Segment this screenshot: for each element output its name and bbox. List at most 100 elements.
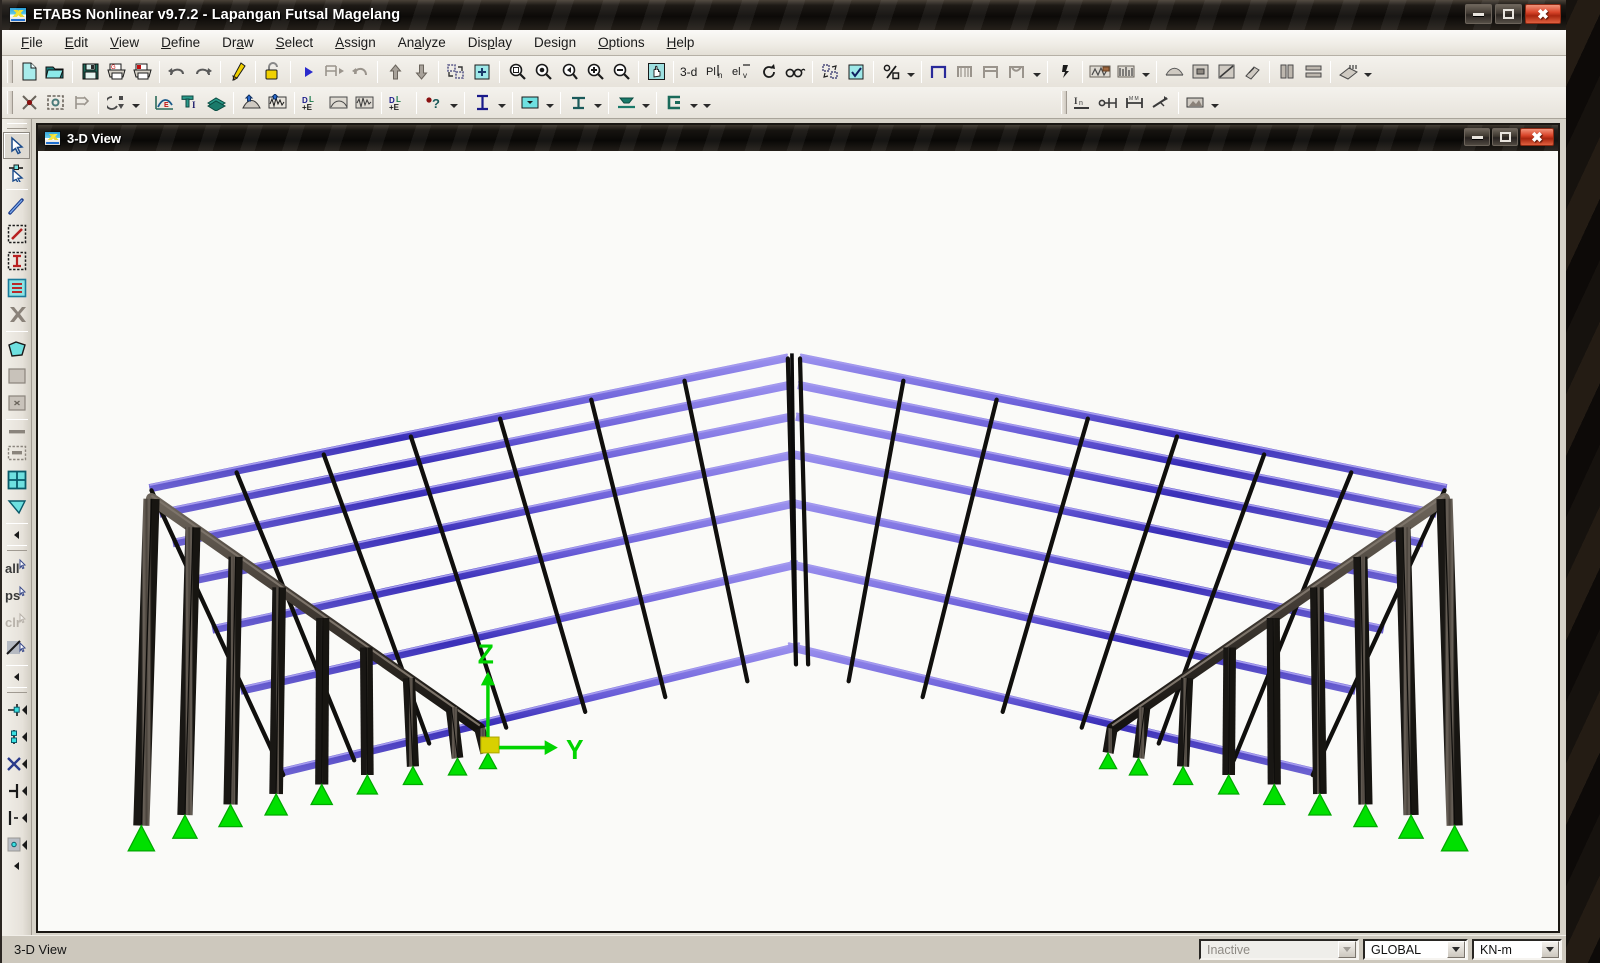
group-dropdown[interactable] bbox=[687, 90, 700, 115]
coordinate-system-combo[interactable]: GLOBAL bbox=[1363, 939, 1468, 960]
pan-down-icon[interactable] bbox=[408, 59, 434, 84]
member-force-icon[interactable] bbox=[1187, 59, 1213, 84]
pier-label-dropdown[interactable] bbox=[1209, 90, 1222, 115]
pan-hand-icon[interactable] bbox=[643, 59, 669, 84]
menu-define[interactable]: Define bbox=[150, 32, 211, 53]
toolbox-grip[interactable] bbox=[6, 687, 27, 693]
edit-pencil-icon[interactable] bbox=[225, 59, 251, 84]
zoom-previous-icon[interactable] bbox=[556, 59, 582, 84]
define-area-sections-icon[interactable] bbox=[203, 90, 229, 115]
query-dropdown[interactable] bbox=[447, 90, 460, 115]
refresh-dropdown[interactable] bbox=[129, 90, 142, 115]
energy-diagram-icon[interactable] bbox=[1239, 59, 1265, 84]
draw-frame-icon[interactable] bbox=[926, 59, 952, 84]
toolbox-scroll-down[interactable] bbox=[3, 858, 30, 874]
zoom-in-icon[interactable] bbox=[582, 59, 608, 84]
run-analysis-icon[interactable] bbox=[295, 59, 321, 84]
view-minimize-button[interactable] bbox=[1464, 128, 1490, 146]
assign-query-icon[interactable]: ? bbox=[421, 90, 447, 115]
open-file-icon[interactable] bbox=[42, 59, 68, 84]
menu-display[interactable]: Display bbox=[457, 32, 523, 53]
view-close-button[interactable]: ✖ bbox=[1520, 128, 1554, 146]
design-dropdown[interactable] bbox=[1361, 59, 1374, 84]
toolbox-grip[interactable] bbox=[6, 123, 27, 129]
draw-area-dropdown[interactable] bbox=[1030, 59, 1043, 84]
redo-icon[interactable] bbox=[190, 59, 216, 84]
view-plan-icon[interactable]: Pl n bbox=[704, 59, 730, 84]
quick-draw-wall-tool[interactable] bbox=[3, 439, 30, 466]
new-model-icon[interactable] bbox=[16, 59, 42, 84]
restore-previous-zoom-icon[interactable] bbox=[504, 59, 530, 84]
zoom-out-icon[interactable] bbox=[608, 59, 634, 84]
menu-assign[interactable]: Assign bbox=[324, 32, 387, 53]
assign-group-icon[interactable] bbox=[661, 90, 687, 115]
show-selection-icon[interactable] bbox=[843, 59, 869, 84]
snap-to-line-end-tool[interactable] bbox=[3, 804, 30, 831]
minimize-button[interactable] bbox=[1465, 4, 1492, 24]
frame-section-dropdown[interactable] bbox=[495, 90, 508, 115]
toolbar-grip[interactable] bbox=[1060, 91, 1067, 114]
draw-secondary-beam-icon[interactable] bbox=[952, 59, 978, 84]
menu-select[interactable]: Select bbox=[265, 32, 325, 53]
frame-local-axes-icon[interactable] bbox=[1148, 90, 1174, 115]
define-response-spectrum-icon[interactable] bbox=[264, 90, 290, 115]
menu-draw[interactable]: Draw bbox=[211, 32, 265, 53]
show-tables-icon[interactable] bbox=[1274, 59, 1300, 84]
menu-design[interactable]: Design bbox=[523, 32, 587, 53]
chevron-down-icon[interactable] bbox=[1541, 941, 1559, 958]
frame-end-offsets-icon[interactable]: I n bbox=[1070, 90, 1096, 115]
print-tables-icon[interactable] bbox=[129, 59, 155, 84]
draw-area-icon[interactable] bbox=[1004, 59, 1030, 84]
define-time-history-icon[interactable] bbox=[351, 90, 377, 115]
select-using-intersect-tool[interactable] bbox=[3, 635, 30, 662]
animation-state-combo[interactable]: Inactive bbox=[1199, 939, 1359, 960]
units-combo[interactable]: KN-m bbox=[1472, 939, 1562, 960]
draw-brace-tool[interactable] bbox=[3, 274, 30, 301]
menu-analyze[interactable]: Analyze bbox=[387, 32, 457, 53]
restore-button[interactable] bbox=[1495, 4, 1522, 24]
snap-to-perpendicular-tool[interactable] bbox=[3, 777, 30, 804]
set-view-options-icon[interactable] bbox=[782, 59, 808, 84]
draw-column-tool[interactable] bbox=[3, 247, 30, 274]
run-static-icon[interactable] bbox=[321, 59, 347, 84]
area-stiffness-dropdown[interactable] bbox=[639, 90, 652, 115]
define-static-load-icon[interactable] bbox=[238, 90, 264, 115]
zoom-window-icon[interactable] bbox=[530, 59, 556, 84]
assign-frame-load-icon[interactable] bbox=[1113, 59, 1139, 84]
draw-wall-tool[interactable] bbox=[3, 423, 30, 439]
snap-to-midpoint-tool[interactable] bbox=[3, 696, 30, 723]
clear-selection-tool[interactable]: clr bbox=[3, 608, 30, 635]
deformed-shape-icon[interactable] bbox=[1161, 59, 1187, 84]
draw-line-tool[interactable] bbox=[3, 193, 30, 220]
select-all-points-icon[interactable] bbox=[16, 90, 42, 115]
assign-joint-load-icon[interactable] bbox=[1052, 59, 1078, 84]
draw-rect-area-tool[interactable] bbox=[3, 362, 30, 389]
restore-full-view-icon[interactable] bbox=[443, 59, 469, 84]
select-window-icon[interactable] bbox=[42, 90, 68, 115]
toolbar-grip[interactable] bbox=[7, 91, 13, 114]
unlock-model-icon[interactable] bbox=[260, 59, 286, 84]
quick-draw-brace-tool[interactable] bbox=[3, 301, 30, 328]
save-icon[interactable] bbox=[77, 59, 103, 84]
assign-pier-label-icon[interactable] bbox=[1183, 90, 1209, 115]
quick-draw-area-tool[interactable] bbox=[3, 389, 30, 416]
define-mass-source-icon[interactable] bbox=[325, 90, 351, 115]
snap-to-point-tool[interactable] bbox=[3, 723, 30, 750]
close-button[interactable]: ✖ bbox=[1525, 4, 1561, 24]
stop-analysis-icon[interactable] bbox=[347, 59, 373, 84]
percent-scale-icon[interactable] bbox=[878, 59, 904, 84]
assign-point-restraint-icon[interactable] bbox=[517, 90, 543, 115]
reshape-object-tool[interactable] bbox=[3, 159, 30, 186]
snap-to-grid-tool[interactable] bbox=[3, 831, 30, 858]
draw-secondary-beam-tool[interactable] bbox=[3, 220, 30, 247]
select-intersect-icon[interactable] bbox=[68, 90, 94, 115]
releases-dropdown[interactable] bbox=[591, 90, 604, 115]
select-all-tool[interactable]: all bbox=[3, 554, 30, 581]
chevron-down-icon[interactable] bbox=[1338, 941, 1356, 958]
draw-opening-tool[interactable] bbox=[3, 493, 30, 520]
snap-to-intersection-tool[interactable] bbox=[3, 750, 30, 777]
section-cut-icon[interactable] bbox=[1300, 59, 1326, 84]
view-elevation-icon[interactable]: el v bbox=[730, 59, 756, 84]
define-frame-sections-icon[interactable]: I bbox=[177, 90, 203, 115]
object-shrink-icon[interactable] bbox=[817, 59, 843, 84]
